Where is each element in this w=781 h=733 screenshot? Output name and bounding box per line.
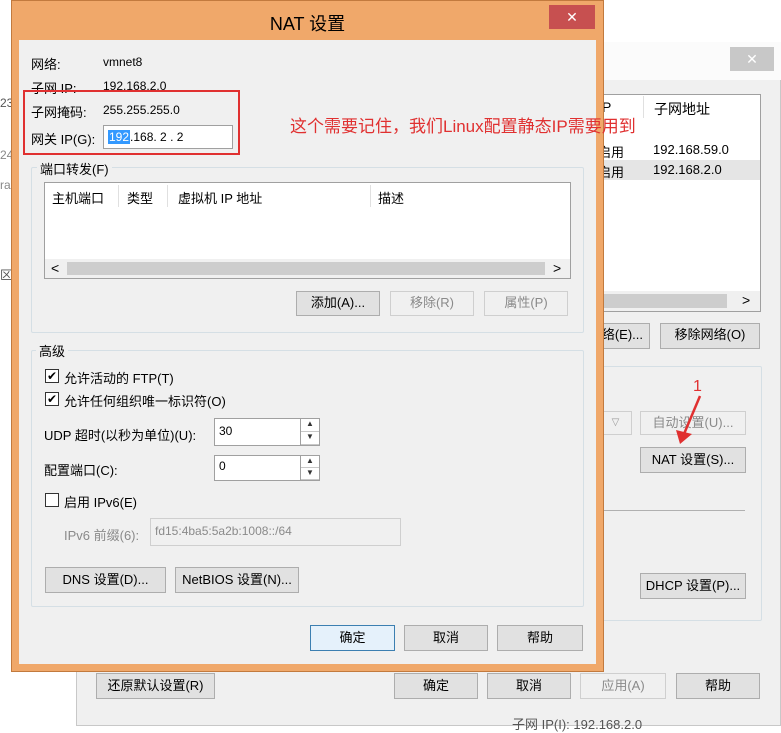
ipv6-prefix-label: IPv6 前缀(6): xyxy=(64,528,140,543)
dialog-close-button[interactable]: ✕ xyxy=(549,5,595,29)
column-divider xyxy=(370,185,371,207)
remove-button[interactable]: 移除(R) xyxy=(390,291,474,316)
advanced-label: 高级 xyxy=(36,341,69,360)
chevron-left-icon[interactable]: < xyxy=(51,260,59,276)
close-icon: ✕ xyxy=(746,51,758,67)
chevron-right-icon[interactable]: > xyxy=(742,292,750,308)
nat-settings-button[interactable]: NAT 设置(S)... xyxy=(640,447,746,473)
network-value: vmnet8 xyxy=(103,55,143,69)
close-icon: ✕ xyxy=(566,9,578,25)
dhcp-settings-button[interactable]: DHCP 设置(P)... xyxy=(640,573,746,599)
column-host-port: 主机端口 xyxy=(52,191,105,206)
restore-defaults-button[interactable]: 还原默认设置(R) xyxy=(96,673,215,699)
config-port-stepper[interactable]: ▲ ▼ xyxy=(300,456,319,480)
config-port-label: 配置端口(C): xyxy=(44,463,118,478)
port-forwarding-label: 端口转发(F) xyxy=(37,159,112,178)
column-divider xyxy=(643,96,644,118)
ipv6-prefix-field[interactable]: fd15:4ba5:5a2b:1008::/64 xyxy=(150,518,401,546)
cancel-button[interactable]: 取消 xyxy=(404,625,488,651)
red-arrow-icon xyxy=(676,395,702,444)
separator xyxy=(600,510,745,511)
table-hscrollbar[interactable]: > xyxy=(587,291,760,311)
netbios-settings-button[interactable]: NetBIOS 设置(N)... xyxy=(175,567,299,593)
column-divider xyxy=(167,185,168,207)
network-props-button[interactable]: 络(E)... xyxy=(596,323,650,349)
background-bottom-text: 子网 IP(I): 192.168.2.0 xyxy=(512,717,643,732)
allow-ftp-label: 允许活动的 FTP(T) xyxy=(64,371,174,386)
allow-ftp-checkbox[interactable]: ✔ xyxy=(45,369,59,383)
background-help-button[interactable]: 帮助 xyxy=(676,673,760,699)
row-subnet: 192.168.59.0 xyxy=(653,142,729,157)
chevron-down-icon: ▽ xyxy=(611,417,620,428)
udp-timeout-label: UDP 超时(以秒为单位)(U): xyxy=(44,428,197,443)
allow-oui-label: 允许任何组织唯一标识符(O) xyxy=(64,394,226,409)
udp-timeout-value: 30 xyxy=(219,424,233,438)
background-cancel-button[interactable]: 取消 xyxy=(487,673,571,699)
enable-ipv6-label: 启用 IPv6(E) xyxy=(64,495,137,510)
up-arrow-icon[interactable]: ▲ xyxy=(301,456,319,468)
background-ok-button[interactable]: 确定 xyxy=(394,673,478,699)
dns-settings-button[interactable]: DNS 设置(D)... xyxy=(45,567,166,593)
chevron-right-icon[interactable]: > xyxy=(553,260,561,276)
ipv6-prefix-value: fd15:4ba5:5a2b:1008::/64 xyxy=(155,524,292,538)
column-description: 描述 xyxy=(378,191,405,206)
table-row[interactable]: 启用 192.168.2.0 xyxy=(598,160,760,180)
enable-ipv6-checkbox[interactable] xyxy=(45,493,59,507)
ok-button[interactable]: 确定 xyxy=(310,625,395,651)
remove-network-button[interactable]: 移除网络(O) xyxy=(660,323,760,349)
down-arrow-icon[interactable]: ▼ xyxy=(301,432,319,445)
scroll-thumb[interactable] xyxy=(587,294,727,308)
scroll-thumb[interactable] xyxy=(67,262,545,275)
left-glyph-3: ra xyxy=(0,178,11,192)
table-row[interactable]: 启用 192.168.59.0 xyxy=(598,140,760,160)
properties-button[interactable]: 属性(P) xyxy=(484,291,568,316)
apply-button[interactable]: 应用(A) xyxy=(580,673,666,699)
column-type: 类型 xyxy=(127,191,154,206)
column-divider xyxy=(118,185,119,207)
subnet-address-header: 子网地址 xyxy=(654,101,710,117)
udp-timeout-stepper[interactable]: ▲ ▼ xyxy=(300,419,319,445)
config-port-value: 0 xyxy=(219,459,226,473)
annotation-text: 这个需要记住，我们Linux配置静态IP需要用到 xyxy=(290,117,636,136)
column-vm-ip: 虚拟机 IP 地址 xyxy=(178,191,263,206)
highlight-box xyxy=(23,90,240,155)
down-arrow-icon[interactable]: ▼ xyxy=(301,468,319,480)
background-close-button[interactable]: ✕ xyxy=(730,47,774,71)
up-arrow-icon[interactable]: ▲ xyxy=(301,419,319,432)
help-button[interactable]: 帮助 xyxy=(497,625,583,651)
add-button[interactable]: 添加(A)... xyxy=(296,291,380,316)
row-subnet: 192.168.2.0 xyxy=(653,162,722,177)
dialog-title: NAT 设置 xyxy=(269,14,346,34)
allow-oui-checkbox[interactable]: ✔ xyxy=(45,392,59,406)
adapter-select[interactable]: ▽ xyxy=(600,411,632,435)
list-hscrollbar[interactable]: < > xyxy=(45,259,570,278)
network-label: 网络: xyxy=(31,57,61,72)
